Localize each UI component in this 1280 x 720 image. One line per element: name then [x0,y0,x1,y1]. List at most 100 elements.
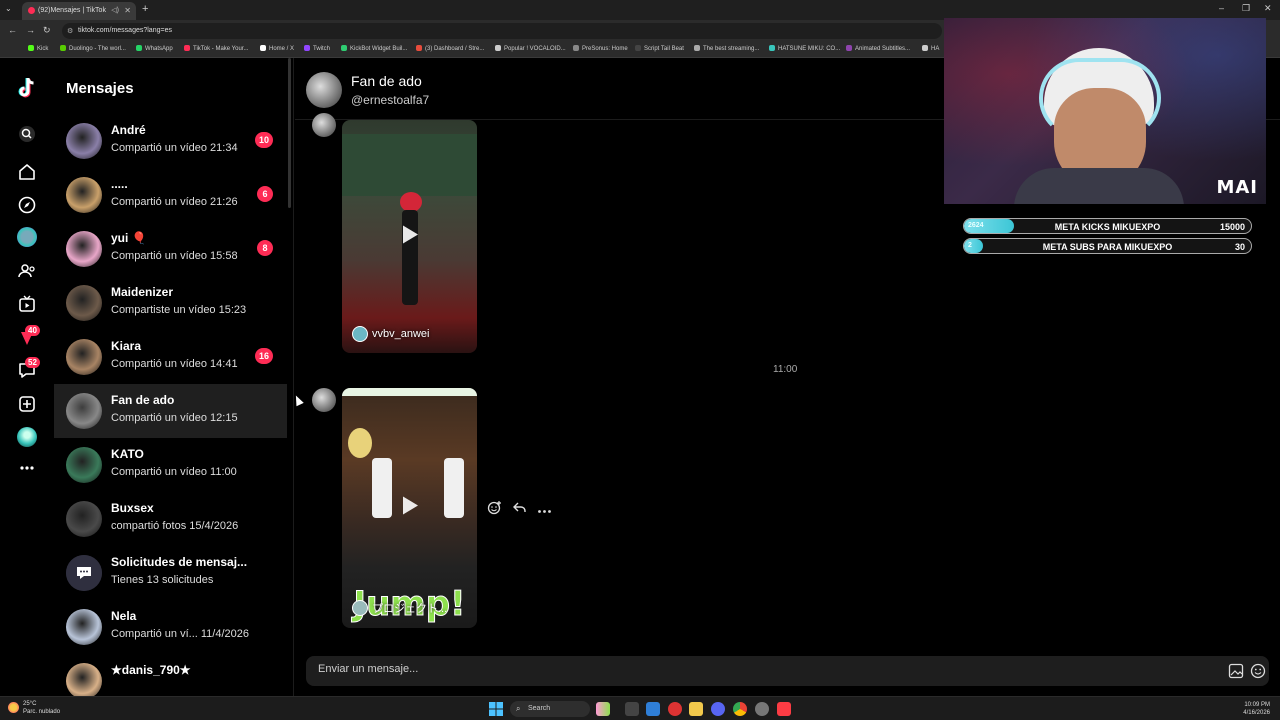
conversation-item[interactable]: Nela Compartió un ví... 11/4/2026 [54,600,287,654]
conversation-item[interactable]: ★danis_790★ [54,654,287,696]
bookmark-label: TikTok - Make Your... [193,46,249,52]
profile-avatar-icon[interactable] [17,427,37,447]
tab-list-icon[interactable]: ⌄ [5,4,12,13]
settings-icon[interactable] [755,702,769,716]
shared-video-card[interactable]: Jump! プロジェクト... [342,388,477,628]
goal-label: META SUBS PARA MIKUEXPO [1042,242,1173,252]
chat-contact-handle[interactable]: @ernestoalfa7 [351,93,429,107]
site-info-icon[interactable]: ⚙ [67,27,73,35]
message-sender-avatar[interactable] [312,113,336,137]
chrome-icon[interactable] [733,702,747,716]
conversation-item[interactable]: Fan de ado Compartió un vídeo 12:15 [54,384,287,438]
widgets-icon[interactable] [596,702,610,716]
bookmark-label: Animated Subtitles... [855,46,911,52]
messages-icon[interactable]: 52 [17,357,40,380]
bookmark-favicon-icon [304,45,310,51]
conversation-item[interactable]: Buxsex compartió fotos 15/4/2026 [54,492,287,546]
conversation-item[interactable]: ..... Compartió un vídeo 21:26 6 [54,168,287,222]
image-attach-icon[interactable] [1228,663,1244,684]
bookmark-item[interactable]: PreSonus: Home [573,45,628,52]
conversation-scrollbar[interactable] [288,58,291,208]
message-input[interactable] [318,663,1178,675]
activity-icon[interactable]: 40 [17,325,40,348]
bookmark-item[interactable]: Kick [28,45,48,52]
audio-icon[interactable]: ◁) [111,6,119,14]
discord-icon[interactable] [711,702,725,716]
more-icon[interactable] [17,458,37,478]
minimize-icon[interactable]: – [1219,3,1224,13]
search-icon[interactable] [17,124,37,144]
close-tab-icon[interactable]: ✕ [124,6,131,15]
shared-video-card[interactable]: vvbv_anwei [342,120,477,353]
upload-icon[interactable] [17,394,37,414]
bookmark-item[interactable]: HA [922,45,939,52]
more-options-icon[interactable] [537,501,552,519]
taskbar-clock[interactable]: 10:09 PM 4/16/2026 [1243,701,1270,717]
weather-icon [8,702,19,713]
weather-desc: Parc. nublado [23,709,61,715]
conversation-item[interactable]: Solicitudes de mensaj... Tienes 13 solici… [54,546,287,600]
task-view-icon[interactable] [625,702,639,716]
bookmark-label: Popular ! VOCALOID... [504,46,566,52]
back-icon[interactable]: ← [8,25,17,35]
weather-widget[interactable]: 25°C Parc. nublado [8,700,60,716]
tiktok-logo-icon[interactable] [17,77,37,98]
stream-logo: MAI [1216,177,1258,198]
emoji-icon[interactable] [1250,663,1266,684]
close-window-icon[interactable]: ✕ [1264,3,1272,14]
tiktok-nav-rail: 40 52 [0,58,54,696]
bookmark-item[interactable]: Script Tail Beat [635,45,684,52]
taskbar-search[interactable]: ⌕ Search [510,701,590,717]
bookmark-item[interactable]: Popular ! VOCALOID... [495,45,566,52]
react-emoji-icon[interactable] [487,500,502,520]
goal-label: META KICKS MIKUEXPO [1054,222,1161,232]
store-icon[interactable] [646,702,660,716]
conversation-item[interactable]: Maidenizer Compartiste un vídeo 15:23 [54,276,287,330]
messages-badge: 52 [25,357,40,368]
new-tab-icon[interactable]: + [142,3,148,15]
play-icon[interactable] [400,223,420,250]
bookmark-item[interactable]: Animated Subtitles... [846,45,910,52]
live-tv-icon[interactable] [17,294,37,314]
author-avatar [352,326,368,342]
conversation-preview: Compartió un vídeo 21:26 [111,196,238,208]
following-icon[interactable] [17,261,37,281]
maximize-icon[interactable]: ❐ [1242,3,1250,14]
file-explorer-icon[interactable] [689,702,703,716]
chat-contact-name[interactable]: Fan de ado [351,73,422,89]
bookmark-item[interactable]: (3) Dashboard / Stre... [416,45,484,52]
video-thumbnail-figure [400,192,422,212]
conversation-name: Solicitudes de mensaj... [111,555,248,569]
bookmark-item[interactable]: Home / X [260,45,294,52]
windows-start-icon[interactable] [489,702,503,716]
reload-icon[interactable]: ↻ [43,25,51,36]
play-icon[interactable] [400,495,420,522]
reply-icon[interactable] [512,500,527,520]
bookmark-favicon-icon [922,45,928,51]
bookmark-item[interactable]: The best streaming... [694,45,759,52]
bookmark-item[interactable]: Duolingo - The worl... [60,45,126,52]
live-avatar-icon[interactable] [17,227,37,247]
bookmark-item[interactable]: TikTok - Make Your... [184,45,248,52]
bookmark-item[interactable]: HATSUNE MIKU: CO... [769,45,840,52]
bookmark-item[interactable]: Twitch [304,45,330,52]
conversation-name: Nela [111,609,137,623]
conversation-item[interactable]: KATO Compartió un vídeo 11:00 [54,438,287,492]
requests-icon [66,555,102,591]
bookmark-item[interactable]: KickBot Widget Buil... [341,45,407,52]
search-icon: ⌕ [516,704,521,713]
browser-tab-tiktok[interactable]: (92)Mensajes | TikTok ◁) ✕ [22,2,136,20]
explore-icon[interactable] [17,195,37,215]
app-icon[interactable] [668,702,682,716]
url-field[interactable]: ⚙ tiktok.com/messages?lang=es [62,23,942,39]
music-app-icon[interactable] [777,702,791,716]
message-sender-avatar[interactable] [312,388,336,412]
chat-avatar[interactable] [306,72,342,108]
home-icon[interactable] [17,162,37,182]
conversation-item[interactable]: yui 🎈 Compartió un vídeo 15:58 8 [54,222,287,276]
bookmark-item[interactable]: WhatsApp [136,45,173,52]
conversation-item[interactable]: Kiara Compartió un vídeo 14:41 16 [54,330,287,384]
conversation-item[interactable]: André Compartió un vídeo 21:34 10 [54,114,287,168]
forward-icon[interactable]: → [26,25,35,35]
bookmark-label: Twitch [313,46,331,52]
